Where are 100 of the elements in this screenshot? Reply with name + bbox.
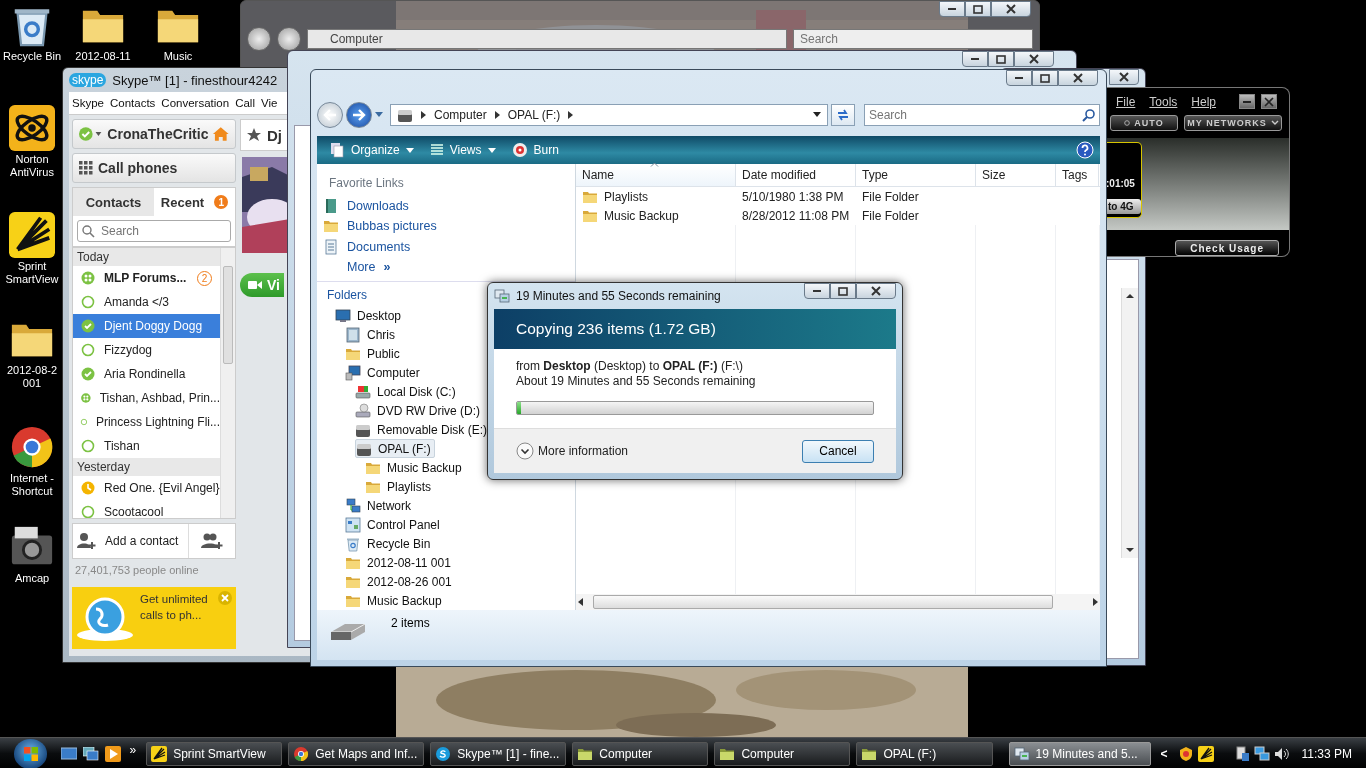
toolbar-button[interactable]: Burn xyxy=(505,142,565,158)
cancel-button[interactable]: Cancel xyxy=(802,439,874,463)
desktop-icon-label[interactable]: Internet - Shortcut xyxy=(2,472,62,498)
network-status-icon[interactable] xyxy=(1253,745,1270,762)
taskbar-button[interactable]: Skype™ [1] - fine... xyxy=(430,741,567,766)
tree-item[interactable]: DVD RW Drive (D:) xyxy=(355,401,484,420)
close-button[interactable] xyxy=(1261,94,1277,110)
tree-item[interactable]: Desktop xyxy=(335,306,405,325)
minimize-button[interactable] xyxy=(939,1,965,17)
call-phones-button[interactable]: Call phones xyxy=(72,153,236,183)
contact-item[interactable]: MLP Forums... 2 xyxy=(73,266,220,290)
maximize-button[interactable] xyxy=(830,283,856,299)
tree-item[interactable]: Computer xyxy=(345,363,423,382)
file-name[interactable]: Music Backup xyxy=(604,208,679,223)
tree-item[interactable]: Local Disk (C:) xyxy=(355,382,459,401)
minimize-button[interactable] xyxy=(962,51,988,67)
toolbar-button[interactable]: Views xyxy=(423,143,502,157)
maximize-button[interactable] xyxy=(988,51,1014,67)
tree-item[interactable]: Public xyxy=(345,344,403,363)
favorite-link[interactable]: Documents xyxy=(317,236,575,257)
taskbar-button[interactable]: Sprint SmartView xyxy=(146,741,283,766)
desktop-icon-label[interactable]: Norton AntiVirus xyxy=(2,153,62,179)
desktop-icon-label[interactable]: 2012-08-11 xyxy=(75,50,131,63)
refresh-button[interactable] xyxy=(831,104,855,126)
column-header[interactable]: Name xyxy=(576,164,736,186)
close-button[interactable] xyxy=(1109,69,1139,85)
shield-alert-icon[interactable] xyxy=(1177,745,1194,762)
close-button[interactable] xyxy=(856,283,896,299)
contact-item[interactable]: Tishan xyxy=(73,434,220,458)
contact-item[interactable]: Fizzydog xyxy=(73,338,220,362)
tree-item[interactable]: 2012-08-11 001 xyxy=(345,553,454,572)
menu-item[interactable]: Contacts xyxy=(106,97,159,109)
taskbar-button[interactable]: Computer xyxy=(572,741,709,766)
show-desktop-icon[interactable] xyxy=(61,746,78,761)
search-input[interactable]: Search xyxy=(869,106,1082,124)
minimize-button[interactable] xyxy=(804,283,830,299)
maximize-button[interactable] xyxy=(1032,70,1058,86)
contact-item[interactable]: Aria Rondinella xyxy=(73,362,220,386)
breadcrumb[interactable]: OPAL (F:) xyxy=(507,108,561,122)
desktop-icon-label[interactable]: 2012-08-2 001 xyxy=(2,364,62,390)
dropdown-icon[interactable] xyxy=(813,112,821,118)
scrollbar[interactable] xyxy=(220,248,235,518)
contact-item[interactable]: Red One. {Evil Angel} xyxy=(73,476,220,500)
scrollbar[interactable] xyxy=(1121,288,1138,558)
tree-item[interactable]: Removable Disk (E:) xyxy=(355,420,491,439)
more-link[interactable]: More » xyxy=(317,256,575,277)
scrollbar[interactable] xyxy=(576,594,1100,610)
desktop-icon-label[interactable]: Recycle Bin xyxy=(2,50,62,63)
play-icon[interactable] xyxy=(105,745,122,762)
desktop-icon-label[interactable]: Music xyxy=(163,50,193,63)
menu-item[interactable]: Conversation xyxy=(158,97,233,109)
contact-item[interactable]: Djent Doggy Dogg xyxy=(73,314,220,338)
switch-windows-icon[interactable] xyxy=(83,746,100,761)
forward-button[interactable] xyxy=(346,102,372,128)
forward-button[interactable] xyxy=(277,27,301,51)
profile-button[interactable]: CronaTheCritic xyxy=(72,119,236,149)
tree-item[interactable]: Control Panel xyxy=(345,515,443,534)
minimize-button[interactable] xyxy=(1239,94,1255,110)
close-button[interactable] xyxy=(1058,70,1098,86)
address-bar[interactable]: Computer OPAL (F:) xyxy=(390,104,828,126)
add-contact-button[interactable]: Add a contact xyxy=(73,524,189,558)
tab[interactable]: Contacts xyxy=(73,188,154,216)
tree-item[interactable]: Playlists xyxy=(365,477,434,496)
networks-dropdown[interactable]: MY NETWORKS xyxy=(1184,115,1282,132)
back-button[interactable] xyxy=(317,102,343,128)
breadcrumb[interactable]: Computer xyxy=(434,108,487,122)
close-button[interactable] xyxy=(991,1,1031,17)
taskbar-button[interactable]: Computer xyxy=(714,741,851,766)
menu-item[interactable]: Vie xyxy=(257,97,281,109)
menu-item[interactable]: Help xyxy=(1191,94,1217,109)
favorite-link[interactable]: Downloads xyxy=(317,196,575,217)
back-button[interactable] xyxy=(247,27,271,51)
mode-button[interactable]: AUTO xyxy=(1110,115,1178,132)
menu-item[interactable]: File xyxy=(1116,94,1136,109)
contact-item[interactable]: Tishan, Ashbad, Prin... xyxy=(73,386,220,410)
contact-item[interactable]: Amanda </3 xyxy=(73,290,220,314)
caret-icon[interactable] xyxy=(375,112,383,118)
tree-item[interactable]: Music Backup xyxy=(345,591,445,610)
favorite-link[interactable]: Bubbas pictures xyxy=(317,216,575,237)
menu-item[interactable]: Tools xyxy=(1149,94,1178,109)
maximize-button[interactable] xyxy=(965,1,991,17)
more-button[interactable]: » xyxy=(125,742,141,757)
scroll-left-icon[interactable] xyxy=(578,598,583,606)
check-usage-button[interactable]: Check Usage xyxy=(1175,240,1279,256)
contact-item[interactable]: Princess Lightning Fli... xyxy=(73,410,220,434)
star-icon[interactable] xyxy=(247,128,261,142)
scroll-right-icon[interactable] xyxy=(1093,598,1098,606)
tree-item[interactable]: 2012-08-26 001 xyxy=(345,572,455,591)
toolbar-button[interactable]: Organize xyxy=(323,142,420,158)
taskbar-button[interactable]: Get Maps and Inf... xyxy=(288,741,425,766)
menu-item[interactable]: Call xyxy=(232,97,258,109)
search-field[interactable]: Search xyxy=(793,29,1033,49)
tree-item[interactable]: Music Backup xyxy=(365,458,465,477)
close-button[interactable] xyxy=(1014,51,1054,67)
tree-item[interactable]: Chris xyxy=(345,325,398,344)
ad-banner[interactable]: Get unlimited calls to ph... xyxy=(72,587,236,649)
upgrade-button[interactable]: to 4G xyxy=(1106,199,1141,215)
search-field[interactable]: Search xyxy=(864,104,1100,126)
desktop-icon-label[interactable]: Sprint SmartView xyxy=(2,260,62,286)
menu-item[interactable]: Skype xyxy=(69,97,107,109)
